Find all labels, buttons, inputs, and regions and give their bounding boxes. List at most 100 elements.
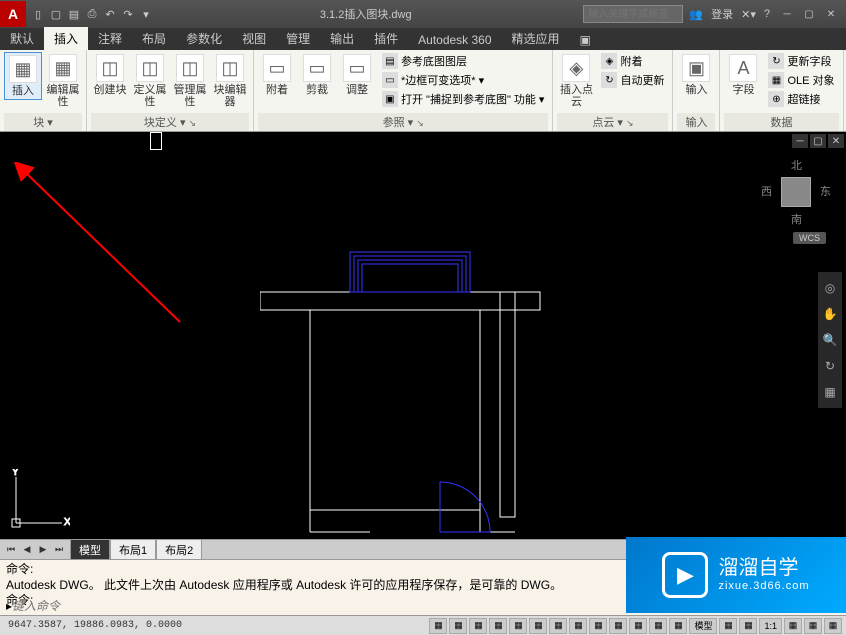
status-toggle[interactable]: ▦	[609, 618, 627, 634]
status-toggle[interactable]: ▦	[589, 618, 607, 634]
pc-attach-item[interactable]: ◈附着	[597, 52, 668, 70]
wcs-badge[interactable]: WCS	[793, 232, 826, 244]
qat-btn[interactable]: ▾	[138, 6, 154, 22]
status-toggle[interactable]: ▦	[509, 618, 527, 634]
update-field-item[interactable]: ↻更新字段	[764, 52, 838, 70]
attach-button[interactable]: ▭附着	[258, 52, 296, 98]
tab-first-button[interactable]: ⏮	[4, 543, 18, 557]
panel-title[interactable]: 块 ▾	[4, 113, 82, 131]
manage-attr-button[interactable]: ◫管理属性	[171, 52, 209, 110]
qat-btn[interactable]: ▤	[66, 6, 82, 22]
tab-parametric[interactable]: 参数化	[176, 27, 232, 50]
status-toggle[interactable]: ▦	[529, 618, 547, 634]
edit-attr-button[interactable]: ▦编辑属性	[44, 52, 82, 110]
model-space-button[interactable]: 模型	[689, 618, 717, 634]
tab-default[interactable]: 默认	[0, 27, 44, 50]
tab-plugins[interactable]: 插件	[364, 27, 408, 50]
clip-button[interactable]: ▭剪裁	[298, 52, 336, 98]
tab-next-button[interactable]: ▶	[36, 543, 50, 557]
status-toggle[interactable]: ▦	[649, 618, 667, 634]
launcher-icon[interactable]: ↘	[416, 118, 424, 128]
block-editor-button[interactable]: ◫块编辑器	[211, 52, 249, 110]
qat-btn[interactable]: ⎙	[84, 6, 100, 22]
status-toggle[interactable]: ▦	[569, 618, 587, 634]
tab-layout[interactable]: 布局	[132, 27, 176, 50]
pan-icon[interactable]: ✋	[820, 304, 840, 324]
status-toggle[interactable]: ▦	[449, 618, 467, 634]
tab-more[interactable]: ▣	[570, 30, 601, 50]
status-toggle[interactable]: ▦	[784, 618, 802, 634]
viewcube-south[interactable]: 南	[791, 211, 802, 227]
help-icon[interactable]: ?	[764, 8, 770, 20]
tab-annotate[interactable]: 注释	[88, 27, 132, 50]
viewcube-east[interactable]: 东	[820, 183, 831, 199]
launcher-icon[interactable]: ↘	[626, 118, 634, 128]
status-toggle[interactable]: ▦	[429, 618, 447, 634]
qat-btn[interactable]: ↶	[102, 6, 118, 22]
insert-pc-button[interactable]: ◈插入点云	[557, 52, 595, 110]
underlay-layer-item[interactable]: ▤参考底图图层	[378, 52, 548, 70]
frame-vary-item[interactable]: ▭*边框可变选项* ▾	[378, 71, 548, 89]
drawing-canvas[interactable]: ─ ▢ ✕ 北 南 东 西 WCS ◎	[0, 132, 846, 539]
search-input[interactable]	[583, 5, 683, 23]
viewcube-face[interactable]	[781, 177, 811, 207]
zoom-icon[interactable]: 🔍	[820, 330, 840, 350]
layout1-tab[interactable]: 布局1	[110, 539, 156, 561]
doc-minimize-button[interactable]: ─	[792, 134, 808, 148]
status-toggle[interactable]: ▦	[719, 618, 737, 634]
doc-restore-button[interactable]: ▢	[810, 134, 826, 148]
exchange-icon[interactable]: ✕▾	[741, 8, 756, 21]
viewcube-west[interactable]: 西	[761, 183, 772, 199]
ole-item[interactable]: ▦OLE 对象	[764, 71, 838, 89]
tab-last-button[interactable]: ⏭	[52, 543, 66, 557]
maximize-button[interactable]: ▢	[800, 7, 818, 21]
model-tab[interactable]: 模型	[70, 539, 110, 561]
titlebar: A ▯ ▢ ▤ ⎙ ↶ ↷ ▾ 3.1.2插入图块.dwg 👥 登录 ✕▾ ? …	[0, 0, 846, 28]
tab-a360[interactable]: Autodesk 360	[408, 30, 501, 50]
doc-close-button[interactable]: ✕	[828, 134, 844, 148]
app-logo-icon[interactable]: A	[0, 1, 26, 27]
pc-update-item[interactable]: ↻自动更新	[597, 71, 668, 89]
tab-featured[interactable]: 精选应用	[502, 27, 570, 50]
tab-insert[interactable]: 插入	[44, 27, 88, 50]
layout2-tab[interactable]: 布局2	[156, 539, 202, 561]
field-button[interactable]: A字段	[724, 52, 762, 98]
import-button[interactable]: ▣输入	[677, 52, 715, 98]
adjust-button[interactable]: ▭调整	[338, 52, 376, 98]
panel-title[interactable]: 参照 ▾ ↘	[258, 113, 548, 131]
qat-btn[interactable]: ▯	[30, 6, 46, 22]
panel-title[interactable]: 块定义 ▾ ↘	[91, 113, 249, 131]
tab-output[interactable]: 输出	[320, 27, 364, 50]
status-toggle[interactable]: ▦	[824, 618, 842, 634]
status-toggle[interactable]: ▦	[629, 618, 647, 634]
qat-btn[interactable]: ▢	[48, 6, 64, 22]
coordinates-readout[interactable]: 9647.3587, 19886.0983, 0.0000	[0, 620, 190, 631]
showmotion-icon[interactable]: ▦	[820, 382, 840, 402]
hyperlink-item[interactable]: ⊕超链接	[764, 90, 838, 108]
status-toggle[interactable]: ▦	[739, 618, 757, 634]
status-toggle[interactable]: ▦	[804, 618, 822, 634]
status-toggle[interactable]: ▦	[669, 618, 687, 634]
create-block-button[interactable]: ◫创建块	[91, 52, 129, 98]
orbit-icon[interactable]: ↻	[820, 356, 840, 376]
status-toggle[interactable]: ▦	[469, 618, 487, 634]
define-attr-button[interactable]: ◫定义属性	[131, 52, 169, 110]
launcher-icon[interactable]: ↘	[189, 118, 197, 128]
snap-underlay-item[interactable]: ▣打开 "捕捉到参考底图" 功能 ▾	[378, 90, 548, 108]
insert-block-button[interactable]: ▦插入	[4, 52, 42, 100]
anno-scale[interactable]: 1:1	[759, 618, 782, 634]
tab-view[interactable]: 视图	[232, 27, 276, 50]
status-toggle[interactable]: ▦	[549, 618, 567, 634]
viewcube[interactable]: 北 南 东 西	[761, 157, 831, 227]
close-button[interactable]: ✕	[822, 7, 840, 21]
tab-prev-button[interactable]: ◀	[20, 543, 34, 557]
qat-btn[interactable]: ↷	[120, 6, 136, 22]
minimize-button[interactable]: ─	[778, 7, 796, 21]
panel-title[interactable]: 点云 ▾ ↘	[557, 113, 668, 131]
cad-drawing	[260, 192, 580, 542]
viewcube-north[interactable]: 北	[791, 157, 802, 173]
status-toggle[interactable]: ▦	[489, 618, 507, 634]
login-link[interactable]: 登录	[711, 6, 733, 22]
tab-manage[interactable]: 管理	[276, 27, 320, 50]
wheel-icon[interactable]: ◎	[820, 278, 840, 298]
